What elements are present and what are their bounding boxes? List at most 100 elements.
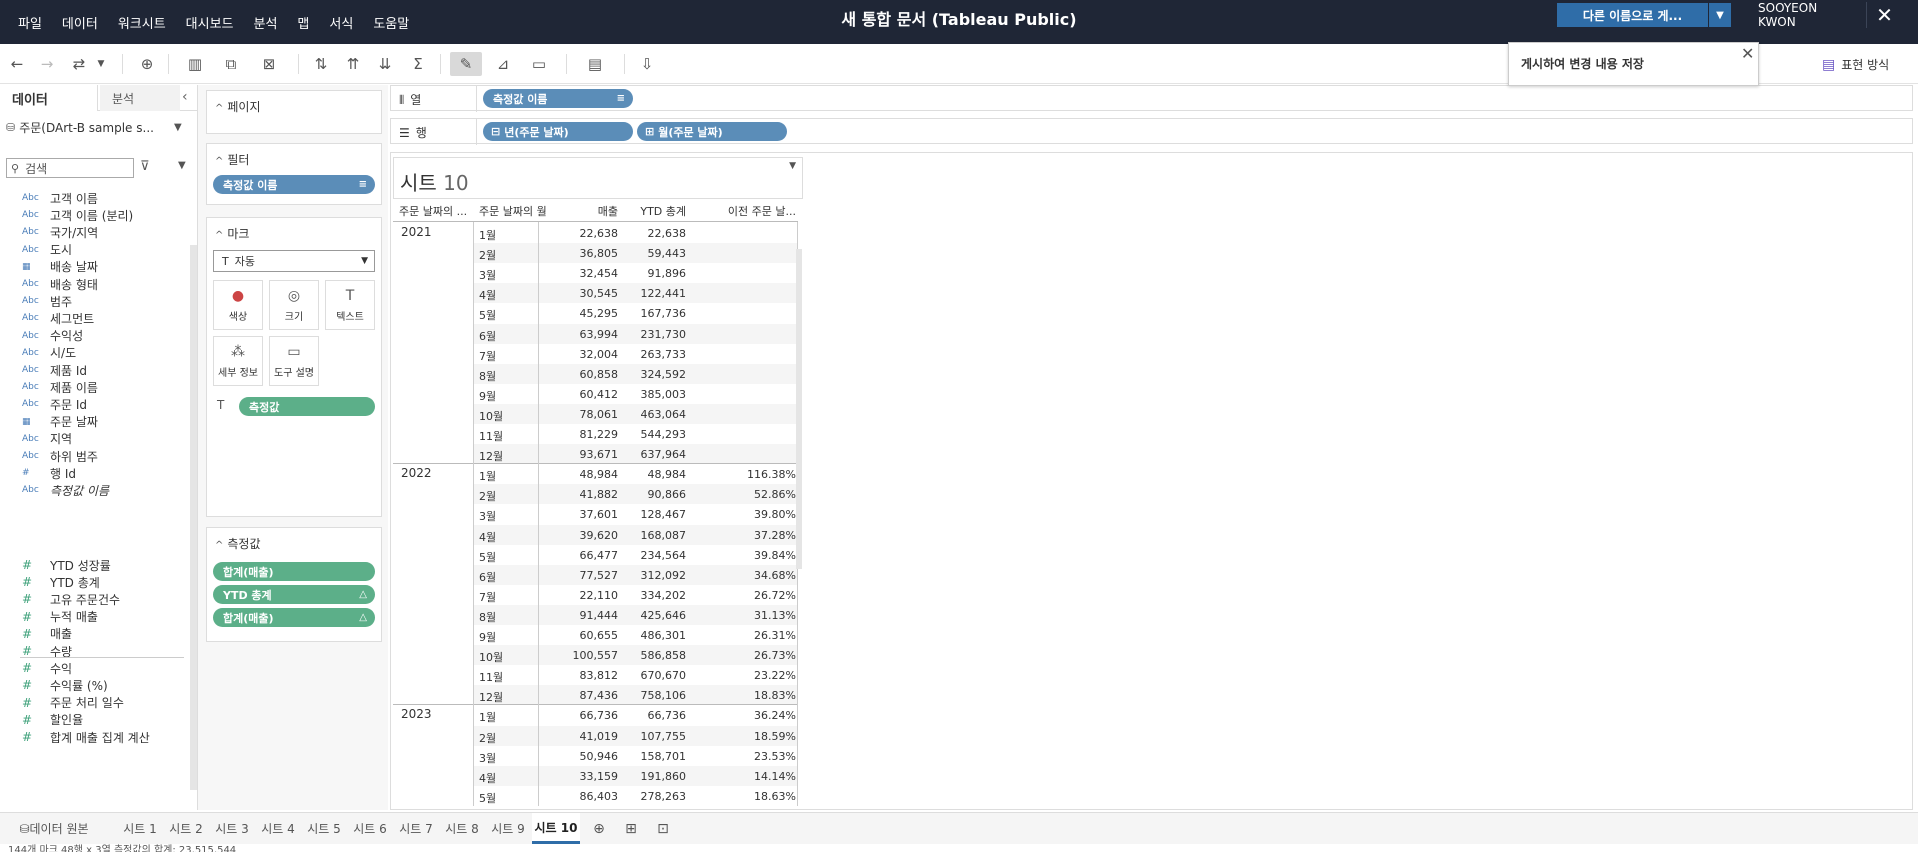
table-row[interactable]: 5월 86,403 278,263 18.63% [473,786,798,806]
scrollbar[interactable] [190,245,197,790]
tab-data[interactable]: 데이터 [0,85,98,111]
show-me-icon[interactable]: ▤ [578,52,612,76]
scrollbar[interactable] [796,249,802,569]
caret-icon[interactable]: ^ [215,230,223,241]
table-row[interactable]: 7월 32,004 263,733 [473,344,798,364]
table-row[interactable]: 9월 60,655 486,301 26.31% [473,625,798,645]
table-row[interactable]: 11월 83,812 670,670 23.22% [473,665,798,685]
table-row[interactable]: 2월 41,019 107,755 18.59% [473,725,798,746]
highlight-icon[interactable]: ✎ [450,52,482,76]
menu-map[interactable]: 맵 [287,13,319,32]
menu-data[interactable]: 데이터 [52,13,108,32]
sheet-title[interactable]: 시트 10 ▼ [393,157,803,199]
replay-dropdown-icon[interactable]: ▼ [94,52,108,76]
menu-analysis[interactable]: 분석 [244,13,288,32]
header-sales[interactable]: 매출 [568,203,618,221]
menu-format[interactable]: 서식 [319,13,363,32]
table-row[interactable]: 12월 87,436 758,106 18.83% [473,685,798,706]
search-input[interactable]: ⚲ 검색 [6,158,134,178]
table-row[interactable]: 10월 78,061 463,064 [473,403,798,424]
tooltip-button[interactable]: ▭ 도구 설명 [269,336,319,386]
header-month[interactable]: 주문 날짜의 월 [479,203,547,221]
tab-sheet[interactable]: 시트 8 [440,813,484,844]
header-year[interactable]: 주문 날짜의 ... [399,203,467,221]
collapse-pane-icon[interactable]: ‹ [182,89,188,105]
save-as-button[interactable]: 다른 이름으로 게... [1557,3,1709,27]
header-prev-order[interactable]: 이전 주문 날... [689,203,796,221]
close-icon[interactable]: ✕ [1741,44,1754,63]
table-row[interactable]: 2월 41,882 90,866 52.86% [473,484,798,505]
color-button[interactable]: ● 색상 [213,280,263,330]
table-row[interactable]: 8월 91,444 425,646 31.13% [473,604,798,625]
chevron-down-icon[interactable]: ▼ [178,160,186,171]
download-icon[interactable]: ⇩ [634,52,660,76]
detail-button[interactable]: ⁂ 세부 정보 [213,336,263,386]
table-row[interactable]: 10월 100,557 586,858 26.73% [473,645,798,666]
menu-dashboard[interactable]: 대시보드 [176,13,244,32]
tab-sheet[interactable]: 시트 3 [210,813,254,844]
new-worksheet-icon[interactable]: ▥ [180,52,210,76]
table-row[interactable]: 6월 77,527 312,092 34.68% [473,564,798,585]
close-button[interactable]: ✕ [1866,2,1902,28]
new-sheet-icon[interactable]: ⊕ [586,813,612,844]
duplicate-sheet-icon[interactable]: ⧉ [218,52,244,76]
new-story-icon[interactable]: ⊡ [650,813,676,844]
tab-sheet[interactable]: 시트 7 [394,813,438,844]
tab-sheet[interactable]: 시트 2 [164,813,208,844]
menu-help[interactable]: 도움말 [363,13,419,32]
table-row[interactable]: 6월 63,994 231,730 [473,323,798,344]
clear-sheet-icon[interactable]: ⊠ [252,52,286,76]
table-row[interactable]: 3월 50,946 158,701 23.53% [473,746,798,766]
undo-icon[interactable]: ← [4,52,30,76]
size-button[interactable]: ◎ 크기 [269,280,319,330]
tab-sheet[interactable]: 시트 4 [256,813,300,844]
swap-axes-icon[interactable]: ⇅ [308,52,334,76]
measure-pill-sales[interactable]: 합계(매출) [213,562,375,581]
menu-worksheet[interactable]: 워크시트 [108,13,176,32]
user-name[interactable]: SOOYEON KWON [1758,1,1838,29]
field-item[interactable]: # 합계 매출 집계 계산 [0,727,190,747]
table-row[interactable]: 5월 66,477 234,564 39.84% [473,545,798,565]
filter-pill[interactable]: 측정값 이름 ≡ [213,175,375,194]
table-row[interactable]: 8월 60,858 324,592 [473,363,798,384]
table-row[interactable]: 7월 22,110 334,202 26.72% [473,585,798,605]
tab-sheet[interactable]: 시트 10 [532,813,580,844]
measure-pill-sales-calc[interactable]: 합계(매출) △ [213,608,375,627]
tab-sheet[interactable]: 시트 1 [118,813,162,844]
filter-icon[interactable]: ⊽ [140,159,150,174]
columns-pill[interactable]: 측정값 이름 ≡ [483,89,633,108]
table-row[interactable]: 5월 45,295 167,736 [473,303,798,323]
table-row[interactable]: 9월 60,412 385,003 [473,384,798,404]
totals-icon[interactable]: Σ [404,52,432,76]
replay-icon[interactable]: ⇄ [66,52,92,76]
caret-icon[interactable]: ^ [215,156,223,167]
presentation-mode-button[interactable]: ▤ 표현 방식 [1822,56,1889,73]
table-row[interactable]: 3월 37,601 128,467 39.80% [473,504,798,524]
marks-text-pill[interactable]: 측정값 [239,397,375,416]
save-as-dropdown[interactable]: ▼ [1709,3,1731,27]
caret-icon[interactable]: ^ [215,103,223,114]
rows-pill-month[interactable]: ⊞ 월(주문 날짜) [637,122,787,141]
tab-analysis[interactable]: 분석 [100,85,180,111]
text-button[interactable]: T 텍스트 [325,280,375,330]
tab-data-source[interactable]: ⛁ 데이터 원본 [4,813,104,844]
table-row[interactable]: 11월 81,229 544,293 [473,424,798,444]
table-row[interactable]: 12월 93,671 637,964 [473,444,798,465]
table-row[interactable]: 1월 22,638 22,638 [473,223,798,243]
rows-pill-year[interactable]: ⊟ 년(주문 날짜) [483,122,633,141]
table-row[interactable]: 4월 30,545 122,441 [473,283,798,304]
menu-file[interactable]: 파일 [8,13,52,32]
sort-ascending-icon[interactable]: ⇈ [340,52,366,76]
table-row[interactable]: 4월 39,620 168,087 37.28% [473,524,798,545]
labels-icon[interactable]: ⊿ [490,52,516,76]
caret-icon[interactable]: ^ [215,540,223,551]
header-ytd-total[interactable]: YTD 총계 [621,203,686,221]
chevron-down-icon[interactable]: ▼ [789,161,796,171]
table-row[interactable]: 1월 48,984 48,984 116.38% [473,464,798,484]
tab-sheet[interactable]: 시트 6 [348,813,392,844]
new-dashboard-icon[interactable]: ⊞ [618,813,644,844]
field-item[interactable]: Abc 측정값 이름 [0,480,190,500]
measure-pill-ytd-total[interactable]: YTD 총계 △ [213,585,375,604]
tab-sheet[interactable]: 시트 9 [486,813,530,844]
table-row[interactable]: 2월 36,805 59,443 [473,243,798,264]
